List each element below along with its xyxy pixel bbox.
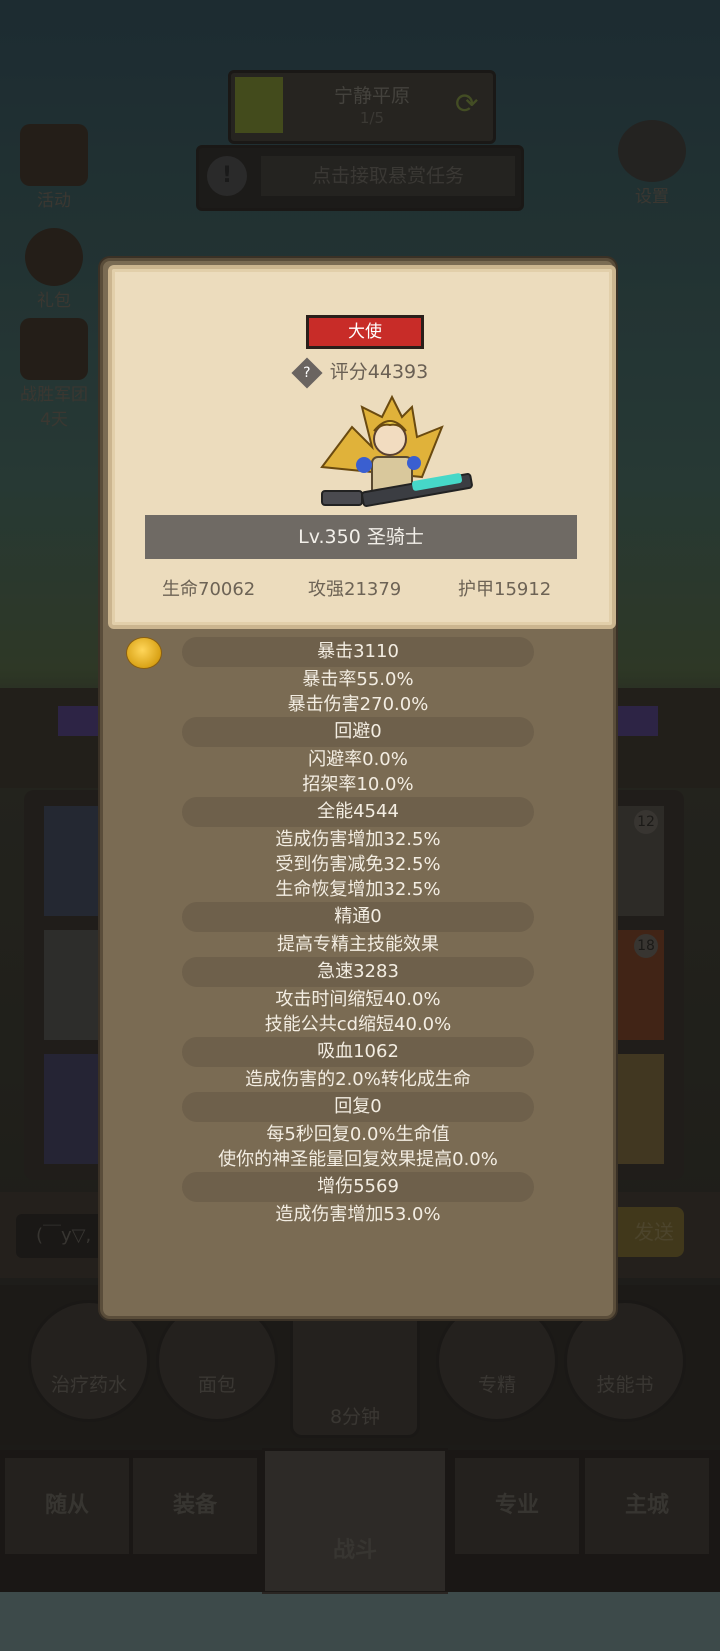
attribute-block: 急速3283 攻击时间缩短40.0% 技能公共cd缩短40.0%: [103, 957, 613, 1037]
attribute-detail: 造成伤害增加32.5%: [275, 829, 441, 850]
score-row: ? 评分44393: [112, 356, 612, 389]
attribute-header: 精通0: [182, 902, 534, 932]
attribute-detail: 攻击时间缩短40.0%: [275, 989, 441, 1010]
attribute-header: 回复0: [182, 1092, 534, 1122]
gold-coin-icon: [126, 637, 162, 669]
attribute-detail: 造成伤害增加53.0%: [275, 1204, 441, 1225]
hero-card: 大使 ? 评分44393 Lv.350 圣骑士 生命70062 攻强21379 护…: [108, 265, 616, 629]
attribute-header: 吸血1062: [182, 1037, 534, 1067]
attribute-block: 全能4544 造成伤害增加32.5% 受到伤害减免32.5% 生命恢复增加32.5%: [103, 797, 613, 902]
attribute-block: 回复0 每5秒回复0.0%生命值使你的神圣能量回复效果提高0.0%: [103, 1092, 613, 1172]
attribute-detail: 造成伤害的2.0%转化成生命: [245, 1069, 471, 1090]
attribute-detail: 使你的神圣能量回复效果提高0.0%: [218, 1149, 498, 1170]
attribute-block: 精通0 提高专精主技能效果: [103, 902, 613, 957]
armor-stat: 护甲15912: [458, 579, 552, 600]
attribute-header: 急速3283: [182, 957, 534, 987]
attribute-header: 增伤5569: [182, 1172, 534, 1202]
attribute-block: 增伤5569 造成伤害增加53.0%: [103, 1172, 613, 1227]
attribute-detail: 受到伤害减免32.5%: [275, 854, 441, 875]
attribute-block: 暴击3110 暴击率55.0% 暴击伤害270.0%: [103, 637, 613, 717]
rank-badge: 大使: [306, 315, 424, 349]
level-class-bar: Lv.350 圣骑士: [145, 515, 577, 559]
attribute-detail: 技能公共cd缩短40.0%: [264, 1014, 452, 1035]
score-text: 评分44393: [329, 361, 429, 383]
attribute-block: 回避0 闪避率0.0% 招架率10.0%: [103, 717, 613, 797]
attribute-detail: 每5秒回复0.0%生命值: [266, 1124, 450, 1145]
attribute-detail: 生命恢复增加32.5%: [275, 879, 441, 900]
attack-stat: 攻强21379: [308, 579, 402, 600]
hp-stat: 生命70062: [162, 579, 256, 600]
attribute-header: 回避0: [182, 717, 534, 747]
attribute-detail: 暴击率55.0%: [302, 669, 414, 690]
attribute-header: 暴击3110: [126, 637, 534, 669]
attribute-detail: 招架率10.0%: [302, 774, 414, 795]
attribute-list: 暴击3110 暴击率55.0% 暴击伤害270.0% 回避0 闪避率0.0% 招架率10.…: [103, 637, 613, 1227]
attribute-block: 吸血1062 造成伤害的2.0%转化成生命: [103, 1037, 613, 1092]
attribute-detail: 暴击伤害270.0%: [287, 694, 429, 715]
attribute-detail: 闪避率0.0%: [308, 749, 408, 770]
attribute-header: 全能4544: [182, 797, 534, 827]
help-icon[interactable]: ?: [291, 356, 323, 389]
paladin-hero-portrait: [320, 394, 473, 507]
attribute-detail: 提高专精主技能效果: [277, 934, 439, 955]
hero-stats-popup: 大使 ? 评分44393 Lv.350 圣骑士 生命70062 攻强21379 护…: [100, 258, 616, 1319]
